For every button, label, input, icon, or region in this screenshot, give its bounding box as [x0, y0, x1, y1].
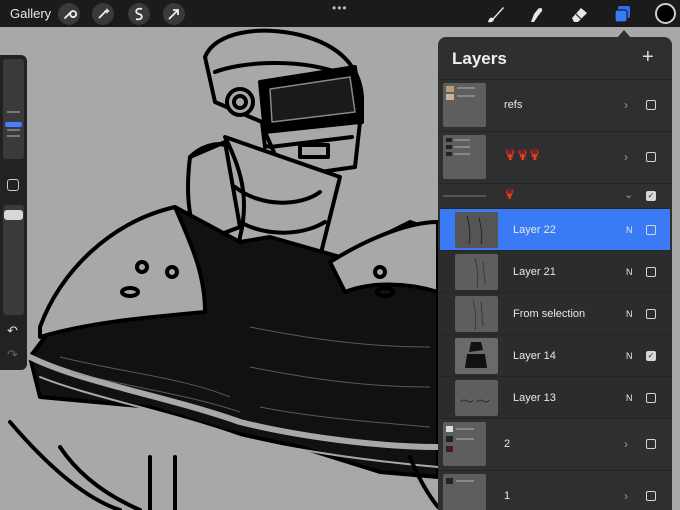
layer-thumbnail	[443, 83, 486, 127]
layers-panel: Layers + refs › 🦞🦞🦞 › 🦞 ⌄ ✓ Layer 22 N L…	[438, 37, 672, 510]
layer-row[interactable]: 1 ›	[438, 470, 672, 510]
layer-thumbnail	[443, 422, 486, 466]
slider-tick	[7, 135, 20, 137]
layer-visibility-checkbox[interactable]: ✓	[646, 191, 656, 201]
layer-name: 🦞🦞🦞	[504, 150, 542, 161]
layer-row[interactable]: From selection N	[438, 292, 672, 334]
layer-row[interactable]: Layer 14 N ✓	[438, 334, 672, 376]
layer-name: refs	[504, 99, 523, 111]
layer-row[interactable]: 🦞🦞🦞 ›	[438, 131, 672, 183]
layer-visibility-checkbox[interactable]	[646, 225, 656, 235]
layer-row[interactable]: refs ›	[438, 79, 672, 131]
chevron-right-icon[interactable]: ›	[624, 437, 628, 451]
chevron-right-icon[interactable]: ›	[624, 98, 628, 112]
more-menu-icon[interactable]: •••	[332, 1, 348, 15]
selection-icon[interactable]	[128, 3, 150, 25]
layer-thumbnail	[455, 338, 498, 374]
layer-visibility-checkbox[interactable]	[646, 393, 656, 403]
layer-name: 1	[504, 490, 511, 502]
layer-visibility-checkbox[interactable]	[646, 267, 656, 277]
layer-name: Layer 22	[513, 224, 556, 236]
layer-row-selected[interactable]: Layer 22 N	[440, 208, 670, 250]
layer-thumbnail	[455, 212, 498, 248]
color-picker-button[interactable]	[655, 3, 676, 24]
brush-size-knob[interactable]	[5, 122, 22, 127]
wrench-icon[interactable]	[58, 3, 80, 25]
layer-name: From selection	[513, 308, 586, 320]
slider-tick	[7, 111, 20, 113]
left-sidebar: ↶ ↷	[0, 55, 27, 370]
magic-wand-icon[interactable]	[92, 3, 114, 25]
add-layer-icon[interactable]: +	[642, 46, 654, 69]
layer-name: Layer 14	[513, 350, 556, 362]
modify-button[interactable]	[7, 179, 19, 191]
blend-mode-label[interactable]: N	[626, 393, 633, 403]
blend-mode-label[interactable]: N	[626, 267, 633, 277]
layer-thumbnail	[443, 135, 486, 179]
chevron-down-icon[interactable]: ⌄	[624, 188, 633, 201]
slider-tick	[7, 129, 20, 131]
chevron-right-icon[interactable]: ›	[624, 150, 628, 164]
smudge-icon[interactable]	[525, 3, 547, 25]
layer-row[interactable]: 2 ›	[438, 418, 672, 470]
layer-thumbnail	[455, 254, 498, 290]
layer-visibility-checkbox[interactable]	[646, 309, 656, 319]
layer-visibility-checkbox[interactable]	[646, 491, 656, 501]
layer-name: Layer 13	[513, 392, 556, 404]
opacity-slider[interactable]	[3, 205, 24, 315]
layers-icon[interactable]	[611, 3, 633, 25]
layer-visibility-checkbox[interactable]	[646, 100, 656, 110]
layer-visibility-checkbox[interactable]	[646, 152, 656, 162]
brush-size-slider[interactable]	[3, 59, 24, 159]
blend-mode-label[interactable]: N	[626, 351, 633, 361]
layer-row[interactable]: Layer 21 N	[438, 250, 672, 292]
eraser-icon[interactable]	[568, 3, 590, 25]
layer-visibility-checkbox[interactable]	[646, 439, 656, 449]
blend-mode-label[interactable]: N	[626, 309, 633, 319]
collapsed-thumbnail	[443, 195, 486, 197]
panel-title: Layers	[452, 49, 507, 68]
layer-thumbnail	[443, 474, 486, 510]
undo-icon[interactable]: ↶	[7, 323, 18, 339]
transform-arrow-icon[interactable]	[163, 3, 185, 25]
chevron-right-icon[interactable]: ›	[624, 489, 628, 503]
gallery-button[interactable]: Gallery	[10, 6, 51, 21]
opacity-knob[interactable]	[4, 210, 23, 220]
layer-name: 🦞	[504, 189, 516, 199]
layer-name: Layer 21	[513, 266, 556, 278]
layer-name: 2	[504, 438, 511, 450]
redo-icon[interactable]: ↷	[7, 347, 18, 363]
layer-row[interactable]: Layer 13 N	[438, 376, 672, 418]
layer-visibility-checkbox[interactable]: ✓	[646, 351, 656, 361]
blend-mode-label[interactable]: N	[626, 225, 633, 235]
top-toolbar: Gallery •••	[0, 0, 680, 27]
layer-thumbnail	[455, 296, 498, 332]
layer-thumbnail	[455, 380, 498, 416]
brush-icon[interactable]	[484, 3, 506, 25]
layer-row[interactable]: 🦞 ⌄ ✓	[438, 183, 672, 208]
